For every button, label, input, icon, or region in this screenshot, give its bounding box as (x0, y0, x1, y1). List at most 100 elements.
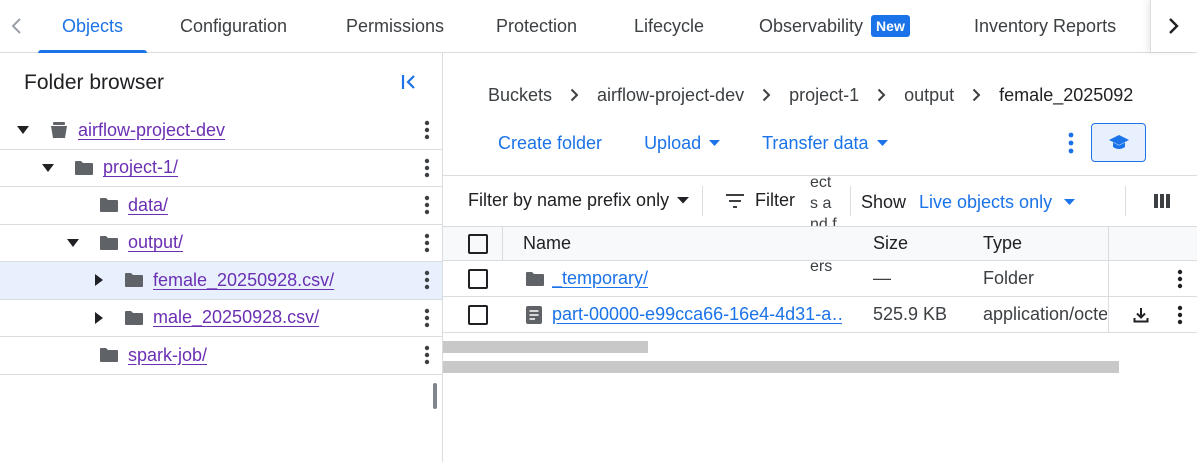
more-vert-icon (424, 271, 430, 290)
folder-icon (100, 348, 118, 363)
filter-icon (726, 193, 744, 208)
more-actions-button[interactable] (418, 112, 436, 149)
expand-arrow[interactable] (89, 300, 109, 337)
more-vert-icon (424, 346, 430, 365)
object-type: application/octe (983, 304, 1107, 324)
scroll-tabs-right-button[interactable] (1150, 0, 1197, 52)
action-toolbar: Create folder Upload Transfer data (498, 131, 930, 155)
show-objects-dropdown[interactable]: Live objects only (919, 192, 1076, 213)
transfer-data-button[interactable]: Transfer data (762, 133, 888, 154)
breadcrumb-buckets[interactable]: Buckets (488, 85, 552, 106)
select-all-checkbox[interactable] (468, 233, 488, 254)
caret-down-icon (709, 139, 721, 146)
tree-item-male-csv[interactable]: male_20250928.csv/ (0, 300, 442, 337)
more-actions-button[interactable] (418, 187, 436, 224)
tab-lifecycle[interactable]: Lifecycle (634, 0, 704, 52)
breadcrumb-project-1[interactable]: project-1 (789, 85, 859, 106)
tab-objects[interactable]: Objects (38, 0, 148, 53)
create-folder-button[interactable]: Create folder (498, 133, 602, 154)
table-header: Name Size Type (443, 226, 1197, 261)
chevron-right-icon (1169, 18, 1179, 34)
caret-down-icon (42, 163, 54, 172)
tree-item-spark-job[interactable]: spark-job/ (0, 337, 442, 375)
tree-item-project-1[interactable]: project-1/ (0, 150, 442, 187)
folder-icon (125, 310, 143, 325)
breadcrumb-current: female_2025092 (999, 84, 1134, 105)
folder-browser-panel: Folder browser airflow-project-dev proje… (0, 53, 443, 462)
expand-arrow[interactable] (38, 150, 58, 187)
more-actions-button[interactable] (418, 262, 436, 299)
download-button[interactable] (1131, 297, 1151, 332)
more-actions-button[interactable] (418, 150, 436, 187)
folder-icon (75, 160, 93, 175)
scroll-tabs-left-button[interactable] (0, 0, 32, 52)
column-header-size[interactable]: Size (873, 227, 908, 260)
objects-pane: Buckets airflow-project-dev project-1 ou… (443, 53, 1197, 462)
tab-observability[interactable]: Observability New (759, 0, 910, 52)
tab-bar: Objects Configuration Permissions Protec… (0, 0, 1197, 53)
caret-down-icon (67, 238, 79, 247)
horizontal-scrollbar[interactable] (443, 361, 1119, 373)
collapse-panel-button[interactable] (396, 69, 422, 95)
object-name-link[interactable]: part-00000-e99cca66-16e4-4d31-a… (552, 297, 842, 332)
upload-button[interactable]: Upload (644, 133, 721, 154)
new-badge: New (871, 15, 910, 37)
table-row[interactable]: _temporary/ — Folder (443, 261, 1197, 297)
learn-button[interactable] (1091, 123, 1146, 162)
more-actions-button[interactable] (418, 300, 436, 337)
objects-table: Name Size Type _temporary/ — Folder part… (443, 226, 1197, 333)
breadcrumb-bucket[interactable]: airflow-project-dev (597, 85, 744, 106)
more-actions-button[interactable] (418, 225, 436, 262)
panel-resize-handle[interactable] (433, 383, 437, 409)
object-type: Folder (983, 268, 1035, 288)
column-display-button[interactable] (1151, 190, 1173, 212)
tab-protection[interactable]: Protection (496, 0, 577, 52)
caret-down-icon (1064, 199, 1076, 205)
tree-item-data[interactable]: data/ (0, 187, 442, 225)
caret-down-icon (677, 197, 690, 204)
bucket-icon (51, 122, 67, 139)
chevron-left-icon (11, 18, 21, 34)
object-size: 525.9 KB (873, 304, 948, 324)
row-checkbox[interactable] (468, 268, 488, 289)
filter-mode-dropdown[interactable]: Filter by name prefix only (468, 190, 690, 211)
chevron-right-icon (877, 88, 886, 102)
table-row[interactable]: part-00000-e99cca66-16e4-4d31-a… 525.9 K… (443, 297, 1197, 333)
tab-permissions[interactable]: Permissions (346, 0, 444, 52)
more-vert-icon (424, 196, 430, 215)
folder-icon (526, 271, 544, 286)
caret-down-icon (876, 139, 888, 146)
tree-item-output[interactable]: output/ (0, 225, 442, 262)
expand-arrow[interactable] (63, 225, 83, 262)
row-more-actions-button[interactable] (1174, 261, 1186, 296)
folder-icon (100, 235, 118, 250)
breadcrumb-output[interactable]: output (904, 85, 954, 106)
tab-inventory-reports[interactable]: Inventory Reports (974, 0, 1116, 52)
object-name-link[interactable]: _temporary/ (552, 261, 648, 296)
view-column-icon (1154, 194, 1170, 208)
chevron-right-icon (570, 88, 579, 102)
tree-item-female-csv[interactable]: female_20250928.csv/ (0, 262, 442, 300)
more-actions-button[interactable] (1063, 129, 1079, 157)
folder-icon (100, 198, 118, 213)
row-checkbox[interactable] (468, 304, 488, 325)
more-vert-icon (1177, 305, 1183, 324)
filter-bar: Filter by name prefix only Filter ects a… (443, 174, 1197, 275)
more-vert-icon (424, 308, 430, 327)
column-header-name[interactable]: Name (523, 227, 571, 260)
column-header-type[interactable]: Type (983, 227, 1022, 260)
chevron-right-icon (762, 88, 771, 102)
expand-arrow[interactable] (89, 262, 109, 299)
more-vert-icon (1068, 132, 1074, 154)
more-actions-button[interactable] (418, 337, 436, 374)
tab-configuration[interactable]: Configuration (180, 0, 287, 52)
horizontal-scrollbar[interactable] (443, 341, 648, 353)
more-vert-icon (424, 121, 430, 140)
breadcrumb: Buckets airflow-project-dev project-1 ou… (488, 83, 1197, 107)
filter-button[interactable]: Filter (725, 190, 795, 211)
file-icon (526, 305, 542, 324)
row-more-actions-button[interactable] (1174, 297, 1186, 332)
tree-item-airflow-project-dev[interactable]: airflow-project-dev (0, 112, 442, 150)
show-label: Show (861, 192, 907, 212)
expand-arrow[interactable] (13, 112, 33, 149)
